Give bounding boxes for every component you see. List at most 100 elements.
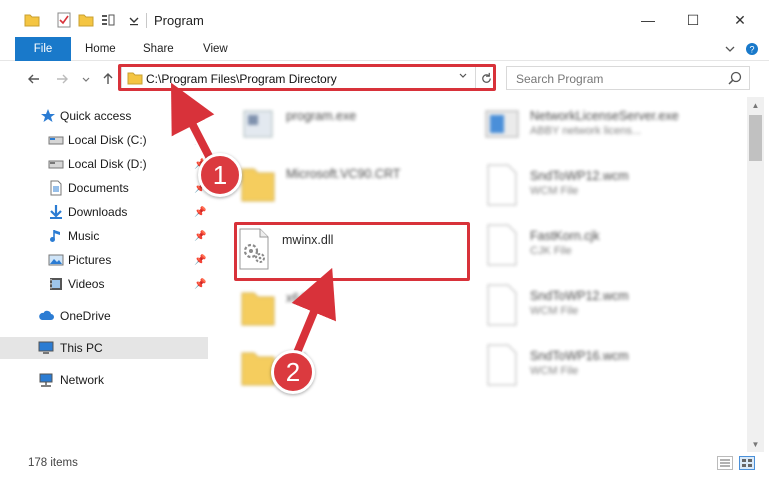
list-item[interactable]: program.exe xyxy=(240,103,450,155)
large-icons-view-icon[interactable] xyxy=(739,456,755,470)
maximize-button[interactable]: ☐ xyxy=(681,8,705,32)
file-type: WCM File xyxy=(530,305,579,317)
svg-text:?: ? xyxy=(749,45,754,55)
drive-icon xyxy=(48,136,64,145)
download-icon xyxy=(50,205,62,219)
help-icon[interactable]: ? xyxy=(744,41,760,57)
file-name: FastKorn.cjk xyxy=(530,229,600,243)
file-icon xyxy=(487,164,517,206)
sidebar-item-local-disk-d[interactable]: Local Disk (D:) 📌 xyxy=(0,153,208,175)
sidebar-item-documents[interactable]: Documents 📌 xyxy=(0,177,208,199)
scroll-down-icon[interactable]: ▼ xyxy=(747,436,764,452)
title-separator xyxy=(146,13,147,28)
chevron-down-icon xyxy=(82,77,90,82)
search-box[interactable]: Search Program xyxy=(506,66,750,90)
list-item[interactable]: SndToWP12.wcm WCM File xyxy=(484,283,734,335)
properties-icon[interactable] xyxy=(56,12,72,28)
file-name: program.exe xyxy=(286,109,357,123)
list-item[interactable]: SndToWP16.wcm WCM File xyxy=(484,343,734,395)
file-type: CJK File xyxy=(530,245,572,257)
file-icon xyxy=(487,224,517,266)
file-name: x64 xyxy=(286,291,307,305)
up-arrow-icon xyxy=(103,73,113,84)
star-icon xyxy=(41,109,55,122)
sidebar-item-this-pc[interactable]: This PC xyxy=(0,337,208,359)
step-badge-2: 2 xyxy=(271,350,315,394)
exe-file-icon xyxy=(243,110,273,138)
file-type: WCM File xyxy=(530,185,579,197)
list-item[interactable]: Microsoft.VC90.CRT xyxy=(240,161,450,213)
videos-icon xyxy=(50,278,62,290)
navigation-pane: Quick access Local Disk (C:) 📌 Local Dis… xyxy=(0,97,210,452)
list-item[interactable]: SndToWP12.wcm WCM File xyxy=(484,163,734,215)
file-type: WCM File xyxy=(530,365,579,377)
sidebar-item-label: Network xyxy=(60,373,105,387)
computer-icon xyxy=(38,341,54,354)
customize-view-icon[interactable] xyxy=(100,12,116,28)
pin-icon: 📌 xyxy=(194,206,207,218)
ribbon-tabs: File Home Share View ? xyxy=(0,37,769,61)
search-icon[interactable] xyxy=(727,70,743,86)
file-name: SndToWP16.wcm xyxy=(530,349,629,363)
list-item[interactable]: NetworkLicenseServer.exe ABBY network li… xyxy=(484,103,734,155)
sidebar-item-label: Local Disk (C:) xyxy=(68,133,147,147)
scroll-thumb[interactable] xyxy=(749,115,762,161)
drive-icon xyxy=(48,160,64,169)
search-input[interactable]: Search Program xyxy=(516,72,603,86)
list-item[interactable]: FastKorn.cjk CJK File xyxy=(484,223,734,275)
file-type: ABBY network licens... xyxy=(530,125,642,137)
pin-icon: 📌 xyxy=(194,278,207,290)
close-button[interactable]: ✕ xyxy=(728,8,752,32)
window-title: Program xyxy=(154,13,204,28)
sidebar-item-label: Videos xyxy=(68,277,105,291)
status-bar: 178 items xyxy=(0,452,769,474)
file-name: SndToWP12.wcm xyxy=(530,289,629,303)
sidebar-item-label: Quick access xyxy=(60,109,132,123)
minimize-button[interactable]: — xyxy=(636,8,660,32)
exe-file-icon xyxy=(485,110,519,138)
tab-view[interactable]: View xyxy=(203,37,228,61)
file-name: NetworkLicenseServer.exe xyxy=(530,109,679,123)
up-button[interactable] xyxy=(98,69,118,89)
pin-icon: 📌 xyxy=(194,254,207,266)
sidebar-item-network[interactable]: Network xyxy=(0,369,208,391)
sidebar-item-onedrive[interactable]: OneDrive xyxy=(0,305,208,327)
folder-icon xyxy=(241,292,275,326)
chevron-down-icon[interactable] xyxy=(126,12,142,28)
address-highlight-box xyxy=(118,64,496,91)
folder-icon[interactable] xyxy=(24,12,40,28)
sidebar-item-videos[interactable]: Videos 📌 xyxy=(0,273,208,295)
file-highlight-box xyxy=(234,222,470,281)
music-icon xyxy=(50,230,60,242)
documents-icon xyxy=(50,180,62,196)
sidebar-item-music[interactable]: Music 📌 xyxy=(0,225,208,247)
vertical-scrollbar[interactable]: ▲ ▼ xyxy=(747,97,764,452)
scroll-up-icon[interactable]: ▲ xyxy=(747,97,764,113)
details-view-icon[interactable] xyxy=(717,456,733,470)
tab-share[interactable]: Share xyxy=(143,37,174,61)
sidebar-item-label: This PC xyxy=(60,341,103,355)
sidebar-item-label: Local Disk (D:) xyxy=(68,157,147,171)
file-name: Microsoft.VC90.CRT xyxy=(286,167,401,181)
sidebar-item-downloads[interactable]: Downloads 📌 xyxy=(0,201,208,223)
sidebar-item-quick-access[interactable]: Quick access xyxy=(0,105,208,127)
back-button[interactable] xyxy=(24,69,44,89)
title-bar: Program — ☐ ✕ xyxy=(0,0,769,40)
sidebar-item-pictures[interactable]: Pictures 📌 xyxy=(0,249,208,271)
network-icon xyxy=(39,373,53,387)
tab-file[interactable]: File xyxy=(15,37,71,61)
sidebar-item-label: Downloads xyxy=(68,205,128,219)
tab-home[interactable]: Home xyxy=(85,37,116,61)
item-count: 178 items xyxy=(28,457,78,469)
sidebar-item-local-disk-c[interactable]: Local Disk (C:) 📌 xyxy=(0,129,208,151)
sidebar-item-label: Music xyxy=(68,229,100,243)
new-folder-icon[interactable] xyxy=(78,12,94,28)
sidebar-item-label: OneDrive xyxy=(60,309,111,323)
recent-locations-button[interactable] xyxy=(76,69,96,89)
pictures-icon xyxy=(48,254,64,266)
forward-button[interactable] xyxy=(52,69,72,89)
pin-icon: 📌 xyxy=(194,134,207,146)
expand-ribbon-icon[interactable] xyxy=(722,41,738,57)
list-item[interactable]: x64 xyxy=(240,285,450,337)
sidebar-item-label: Pictures xyxy=(68,253,112,267)
